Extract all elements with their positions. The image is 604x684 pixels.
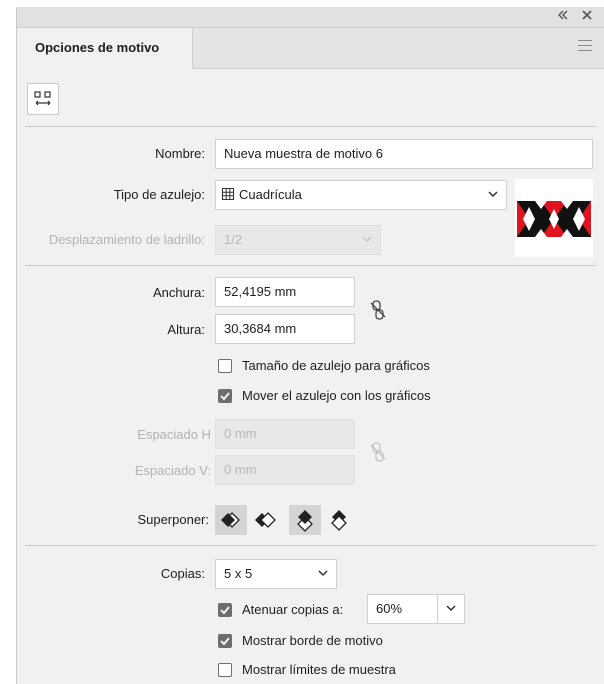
divider [25,545,596,546]
chevron-down-icon [488,189,498,199]
copies-label: Copias: [160,566,205,581]
tile-type-label: Tipo de azulejo: [113,187,205,202]
height-input[interactable]: 30,3684 mm [215,314,355,344]
chevron-down-icon [362,234,372,244]
tab-pattern-options[interactable]: Opciones de motivo [17,28,193,69]
panel-title-bar [17,7,604,28]
tile-type-dropdown[interactable]: Cuadrícula [215,180,507,210]
overlap-label: Superponer: [137,512,209,527]
brick-offset-label: Desplazamiento de ladrillo: [48,232,205,247]
panel-tab-row: Opciones de motivo [17,28,604,69]
pattern-options-panel: Opciones de motivo Nombre: Nueva muestra… [16,7,604,684]
overlap-right-front-icon [255,512,276,528]
show-swatch-bounds-label: Mostrar límites de muestra [242,662,396,677]
overlap-bottom-front-icon [331,510,347,531]
size-to-art-checkbox[interactable] [218,359,232,373]
copies-dropdown[interactable]: 5 x 5 [215,559,337,589]
show-tile-edge-label: Mostrar borde de motivo [242,633,383,648]
pattern-swatch-preview [515,179,593,257]
pattern-tile-tool-button[interactable] [27,83,59,115]
overlap-left-front-icon [221,512,240,528]
dim-copies-dropdown-button[interactable] [437,594,465,624]
dim-copies-checkbox[interactable] [218,603,232,617]
h-spacing-label: Espaciado H [137,427,211,442]
name-input[interactable]: Nueva muestra de motivo 6 [215,139,593,169]
divider [25,126,596,127]
name-label: Nombre: [155,146,205,161]
right-in-front-button[interactable] [249,505,281,535]
close-icon[interactable] [581,9,593,25]
h-spacing-input[interactable]: 0 mm [215,419,355,449]
chevron-down-icon [446,603,456,613]
v-spacing-input[interactable]: 0 mm [215,455,355,485]
move-with-art-checkbox[interactable] [218,389,232,403]
dim-copies-label: Atenuar copias a: [242,602,344,617]
width-label: Anchura: [152,285,205,300]
width-input[interactable]: 52,4195 mm [215,277,355,307]
chevron-down-icon [318,568,328,578]
move-with-art-label: Mover el azulejo con los gráficos [242,388,431,403]
show-swatch-bounds-checkbox[interactable] [218,663,232,677]
grid-icon [222,182,234,210]
overlap-top-front-icon [297,510,313,532]
top-in-front-button[interactable] [289,505,321,535]
size-to-art-label: Tamaño de azulejo para gráficos [242,358,430,373]
show-tile-edge-checkbox[interactable] [218,634,232,648]
brick-offset-dropdown[interactable]: 1/2 [215,225,381,255]
unlink-chain-icon[interactable] [369,299,387,324]
copies-value: 5 x 5 [224,566,253,581]
divider [25,265,596,266]
dim-copies-input[interactable]: 60% [367,594,439,624]
unlink-chain-icon[interactable] [369,441,387,466]
bottom-in-front-button[interactable] [323,505,355,535]
tile-type-value: Cuadrícula [239,187,302,202]
pattern-tile-tool-icon [34,91,51,106]
double-chevron-left-icon[interactable] [557,9,569,25]
v-spacing-label: Espaciado V: [134,463,211,478]
left-in-front-button[interactable] [215,505,247,535]
hamburger-menu-icon[interactable] [578,40,592,52]
height-label: Altura: [167,322,205,337]
brick-offset-value: 1/2 [224,232,243,247]
